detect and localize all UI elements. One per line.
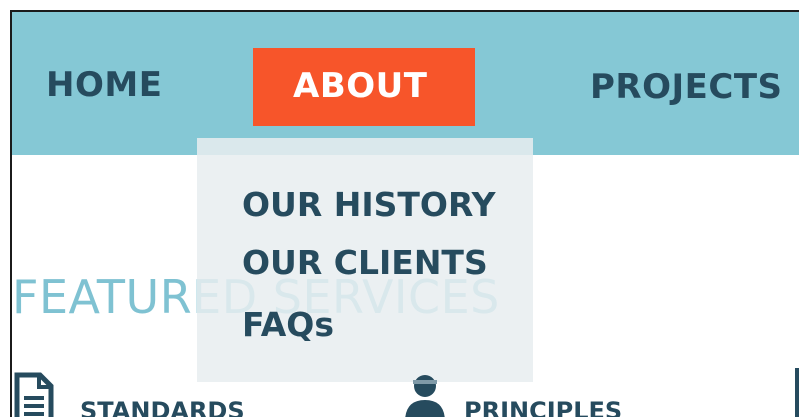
nav-item-home[interactable]: HOME	[46, 68, 162, 102]
about-dropdown-menu: OUR HISTORY OUR CLIENTS FAQs	[197, 138, 533, 382]
nav-item-projects[interactable]: PROJECTS	[590, 70, 783, 104]
dropdown-item-our-history[interactable]: OUR HISTORY	[242, 188, 495, 221]
dropdown-item-our-clients[interactable]: OUR CLIENTS	[242, 246, 488, 279]
partial-icon-edge	[795, 368, 799, 417]
nav-item-about[interactable]: ABOUT	[253, 48, 475, 126]
document-icon	[14, 372, 54, 417]
person-icon	[405, 375, 445, 417]
nav-item-about-label: ABOUT	[293, 66, 428, 106]
main-navigation: HOME ABOUT PROJECTS	[12, 12, 799, 155]
browser-viewport: HOME ABOUT PROJECTS FEATURED SERVICES OU…	[10, 10, 799, 417]
service-standards-label[interactable]: STANDARDS	[80, 399, 245, 417]
dropdown-item-faqs[interactable]: FAQs	[242, 308, 334, 341]
service-principles-label[interactable]: PRINCIPLES	[464, 399, 622, 417]
